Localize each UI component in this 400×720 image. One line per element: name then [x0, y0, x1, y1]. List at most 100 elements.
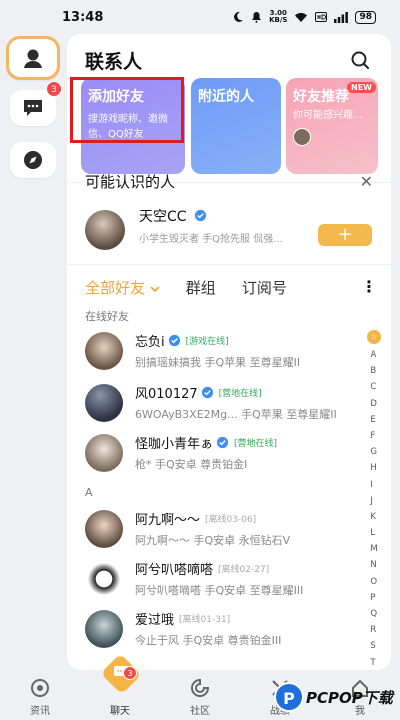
- add-friend-card[interactable]: 添加好友 搜游戏昵称、邀微信、QQ好友: [81, 78, 185, 174]
- bell-icon: [252, 12, 262, 23]
- may-know-title: 可能认识的人: [85, 172, 176, 191]
- tab-groups[interactable]: 群组: [186, 277, 216, 298]
- friend-subtitle: 今止于风 手Q安卓 尊贵铂金III: [135, 634, 282, 647]
- contacts-panel: 联系人 添加好友 搜游戏昵称、邀微信、QQ好友 附近的人 NEW 好友推荐 你可…: [67, 34, 391, 670]
- rail-contacts-button[interactable]: [6, 36, 60, 80]
- alpha-letter[interactable]: N: [370, 557, 377, 573]
- may-know-person[interactable]: 天空CC 小学生毁灭者 手Q抢先服 侃强... +: [67, 204, 391, 260]
- divider: [67, 264, 391, 265]
- online-friends-label: 在线好友: [85, 310, 129, 323]
- new-badge: NEW: [347, 82, 376, 93]
- person-subtitle: 小学生毁灭者 手Q抢先服 侃强...: [139, 234, 283, 245]
- wifi-icon: [295, 12, 308, 22]
- signal-icon: [334, 11, 349, 23]
- alpha-letter[interactable]: K: [370, 509, 377, 525]
- alpha-letter[interactable]: S: [370, 638, 377, 654]
- recommend-desc: 你可能感兴趣...: [293, 110, 363, 121]
- alpha-letter[interactable]: A: [370, 347, 377, 363]
- alpha-letter[interactable]: E: [370, 412, 377, 428]
- status-icons: 3.00 KB/S 98: [232, 10, 376, 24]
- friend-row[interactable]: 爱过哦 [离线01-31] 今止于风 手Q安卓 尊贵铂金III: [67, 607, 367, 653]
- friend-subtitle: 6WOAyB3XE2Mg... 手Q苹果 至尊星耀II: [135, 408, 337, 421]
- person-name-line: 天空CC: [139, 206, 207, 226]
- chat-badge: 3: [123, 666, 137, 680]
- alpha-letter[interactable]: P: [370, 590, 377, 606]
- friend-status: [营地在线]: [218, 389, 262, 399]
- chat-bubble-icon: [24, 100, 42, 116]
- watermark: P PCPOP下载: [274, 680, 400, 714]
- close-icon[interactable]: ✕: [360, 172, 373, 191]
- friend-subtitle: 别搞瑶妹搞我 手Q苹果 至尊星耀II: [135, 356, 301, 369]
- alpha-letter[interactable]: B: [370, 363, 377, 379]
- watermark-text: PCPOP下载: [306, 688, 393, 707]
- quick-cards: 添加好友 搜游戏昵称、邀微信、QQ好友 附近的人 NEW 好友推荐 你可能感兴趣…: [81, 78, 391, 176]
- verified-icon: [168, 334, 180, 347]
- nearby-title: 附近的人: [198, 89, 254, 105]
- friend-row[interactable]: 阿兮叭嗒嘀嗒 [离线02-27] 阿兮叭嗒嘀嗒 手Q安卓 至尊星耀III: [67, 557, 367, 603]
- nav-chat[interactable]: 3 聊天: [80, 653, 160, 720]
- more-options-icon[interactable]: ⋮: [361, 277, 377, 296]
- avatar: [293, 128, 311, 146]
- nav-news[interactable]: 资讯: [0, 674, 80, 720]
- friend-name: 阿兮叭嗒嘀嗒: [135, 563, 214, 578]
- status-bar: 13:48 3.00 KB/S 98: [0, 0, 400, 34]
- contacts-person-icon: [24, 49, 42, 68]
- alpha-letter[interactable]: C: [370, 379, 377, 395]
- nav-community[interactable]: 社区: [160, 674, 240, 720]
- avatar: [85, 434, 123, 472]
- friend-status: [离线01-31]: [179, 615, 231, 625]
- nav-chat-label: 聊天: [110, 706, 130, 717]
- friend-status: [营地在线]: [234, 439, 278, 449]
- add-friend-button[interactable]: +: [318, 224, 372, 246]
- friend-row[interactable]: 阿九啊～～ [离线03-06] 阿九啊～～ 手Q安卓 永恒钻石V: [67, 507, 367, 553]
- nav-news-label: 资讯: [30, 706, 50, 717]
- avatar: [85, 510, 123, 548]
- alpha-letter[interactable]: J: [370, 493, 377, 509]
- alpha-letters: ABCDEFGHIJKLMNOPQRST: [370, 347, 377, 671]
- tab-subscriptions[interactable]: 订阅号: [242, 277, 287, 298]
- alpha-letter[interactable]: H: [370, 460, 377, 476]
- compass-icon: [24, 151, 42, 169]
- friend-row[interactable]: 怪咖小青年ぁ [营地在线] 枪* 手Q安卓 尊贵铂金I: [67, 431, 367, 477]
- rail-discover-button[interactable]: [10, 142, 56, 178]
- alpha-letter[interactable]: Q: [370, 606, 377, 622]
- friend-row[interactable]: 风010127 [营地在线] 6WOAyB3XE2Mg... 手Q苹果 至尊星耀I…: [67, 381, 367, 427]
- add-friend-desc: 搜游戏昵称、邀微信、QQ好友: [88, 114, 168, 140]
- alpha-letter[interactable]: G: [370, 444, 377, 460]
- alpha-letter[interactable]: T: [370, 655, 377, 671]
- nearby-people-card[interactable]: 附近的人: [191, 78, 281, 174]
- page-title: 联系人: [85, 50, 143, 73]
- tab-all-friends[interactable]: 全部好友: [85, 277, 160, 298]
- friend-subtitle: 阿兮叭嗒嘀嗒 手Q安卓 至尊星耀III: [135, 584, 304, 597]
- community-icon: [191, 678, 210, 697]
- add-friend-title: 添加好友: [88, 89, 144, 105]
- friend-tabs: 全部好友 群组 订阅号 ⋮: [67, 272, 391, 302]
- chevron-down-icon: [150, 285, 160, 292]
- alphabet-index[interactable]: ☆ ABCDEFGHIJKLMNOPQRST: [366, 330, 382, 671]
- friend-name: 阿九啊～～: [135, 513, 201, 528]
- alpha-letter[interactable]: I: [370, 477, 377, 493]
- alpha-star-icon[interactable]: ☆: [367, 330, 381, 344]
- net-speed: 3.00 KB/S: [269, 9, 288, 24]
- verified-icon: [216, 436, 229, 449]
- alpha-letter[interactable]: M: [370, 541, 377, 557]
- may-know-section: 可能认识的人 ✕ 天空CC 小学生毁灭者 手Q抢先服 侃强... +: [67, 166, 391, 260]
- nav-community-label: 社区: [190, 706, 210, 717]
- friend-status: [游戏在线]: [185, 337, 229, 347]
- alpha-letter[interactable]: O: [370, 574, 377, 590]
- rail-messages-button[interactable]: 3: [10, 81, 62, 126]
- friend-row[interactable]: 忘负i [游戏在线] 别搞瑶妹搞我 手Q苹果 至尊星耀II: [67, 329, 367, 375]
- alpha-letter[interactable]: L: [370, 525, 377, 541]
- alpha-letter[interactable]: F: [370, 428, 377, 444]
- search-icon[interactable]: [349, 49, 371, 71]
- avatar: [85, 332, 123, 370]
- person-name: 天空CC: [139, 209, 187, 225]
- alpha-letter[interactable]: R: [370, 622, 377, 638]
- friend-name: 风010127: [135, 387, 198, 402]
- friend-status: [离线02-27]: [218, 565, 270, 575]
- friend-recommend-card[interactable]: NEW 好友推荐 你可能感兴趣...: [286, 78, 378, 174]
- friend-name: 怪咖小青年ぁ: [135, 437, 214, 452]
- messages-badge: 3: [46, 81, 62, 97]
- alpha-letter[interactable]: D: [370, 396, 377, 412]
- hd-icon: [315, 12, 328, 22]
